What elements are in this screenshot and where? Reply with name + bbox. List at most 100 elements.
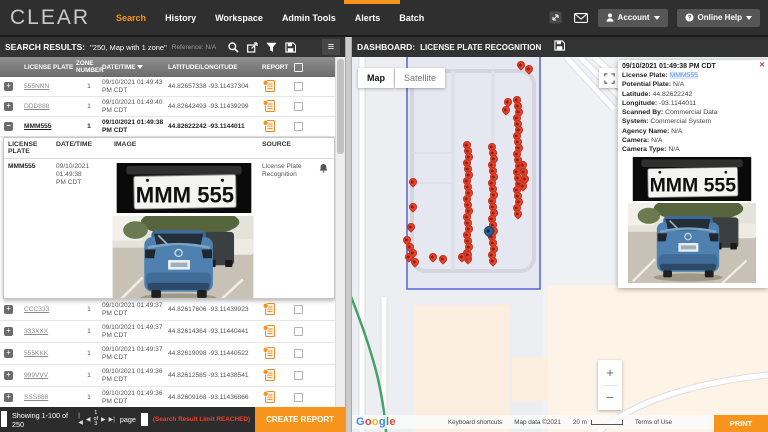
next-page-button[interactable]: ▶: [101, 416, 106, 423]
row-expander[interactable]: +: [4, 82, 13, 91]
map-button[interactable]: Map: [358, 68, 394, 88]
report-icon[interactable]: [262, 390, 276, 404]
row-checkbox[interactable]: [294, 102, 303, 111]
row-date-line1: 09/10/2021 01:49:37: [102, 302, 163, 309]
nav-item-admin-tools[interactable]: Admin Tools: [282, 13, 336, 23]
search-icon[interactable]: [228, 42, 239, 53]
row-plate-link[interactable]: SSS888: [20, 394, 76, 401]
table-row[interactable]: + SSS888 1 09/10/2021 01:49:36PM CDT 44.…: [0, 387, 345, 407]
create-report-button[interactable]: CREATE REPORT: [255, 407, 345, 432]
zoom-out-button[interactable]: −: [598, 386, 622, 411]
table-row[interactable]: + CCC333 1 09/10/2021 01:49:37PM CDT 44.…: [0, 299, 345, 321]
row-checkbox[interactable]: [294, 349, 303, 358]
table-row[interactable]: + 333XXX 1 09/10/2021 01:49:37PM CDT 44.…: [0, 321, 345, 343]
first-page-button[interactable]: |◀: [78, 413, 83, 426]
nav-item-search[interactable]: Search: [116, 13, 146, 23]
alert-bell-icon[interactable]: [319, 163, 328, 299]
select-all-checkbox[interactable]: [294, 63, 303, 72]
row-plate-link[interactable]: 999VVV: [20, 372, 76, 379]
edit-search-icon[interactable]: [247, 42, 258, 53]
plate-image[interactable]: [114, 163, 254, 213]
save-search-icon[interactable]: [285, 42, 296, 53]
row-plate-link[interactable]: 555NNN: [20, 83, 76, 90]
row-expander[interactable]: −: [4, 122, 13, 131]
print-button[interactable]: PRINT: [714, 415, 768, 432]
scrollbar-thumb[interactable]: [337, 59, 344, 154]
close-icon[interactable]: ✕: [759, 61, 765, 69]
nav-item-workspace[interactable]: Workspace: [215, 13, 263, 23]
row-date-line2: PM CDT: [102, 332, 127, 339]
terms-of-use-link[interactable]: Terms of Use: [635, 419, 672, 426]
row-plate-link[interactable]: MMM555: [20, 123, 76, 130]
row-plate-link[interactable]: 333XXX: [20, 328, 76, 335]
row-date-line1: 09/10/2021 01:49:36: [102, 368, 163, 375]
online-help-button[interactable]: ? Online Help: [677, 9, 760, 27]
table-row[interactable]: + 555NNN 1 09/10/2021 01:49:43PM CDT 44.…: [0, 77, 345, 97]
report-icon[interactable]: [262, 368, 276, 382]
row-expander[interactable]: +: [4, 305, 13, 314]
map-zoom-control: + −: [598, 360, 622, 410]
panel-menu-icon[interactable]: ≡: [322, 39, 340, 55]
map-data-label: Map data ©2021: [514, 419, 561, 426]
top-navbar: CLEAR SearchHistoryWorkspaceAdmin ToolsA…: [0, 0, 768, 35]
row-expander[interactable]: +: [4, 371, 13, 380]
save-dashboard-icon[interactable]: [554, 40, 565, 51]
report-icon[interactable]: [262, 99, 276, 113]
row-checkbox[interactable]: [294, 371, 303, 380]
info-plate-image[interactable]: [622, 157, 762, 201]
vehicle-image[interactable]: [109, 216, 257, 299]
report-icon[interactable]: [262, 79, 276, 93]
row-checkbox[interactable]: [294, 393, 303, 402]
expand-window-icon[interactable]: [548, 11, 564, 24]
row-plate-link[interactable]: 555KKK: [20, 350, 76, 357]
chevron-down-icon: [654, 16, 660, 20]
filter-icon[interactable]: [266, 42, 277, 53]
row-expander[interactable]: +: [4, 393, 13, 402]
col-zone-number[interactable]: ZONE NUMBER: [76, 60, 102, 74]
satellite-button[interactable]: Satellite: [395, 68, 445, 88]
info-field: Longitude: -93.1144011: [622, 99, 764, 108]
row-expander[interactable]: +: [4, 102, 13, 111]
detail-col-source: SOURCE: [262, 141, 330, 155]
last-page-button[interactable]: ▶|: [109, 416, 115, 423]
account-button[interactable]: Account: [598, 9, 668, 27]
panel-divider[interactable]: [345, 37, 352, 432]
info-field-value[interactable]: MMM555: [670, 72, 698, 79]
col-license-plate[interactable]: LICENSE PLATE: [20, 64, 76, 71]
col-latlong[interactable]: LATITUDE/LONGITUDE: [168, 64, 262, 71]
report-icon[interactable]: [262, 119, 276, 133]
messages-envelope-icon[interactable]: [573, 11, 589, 24]
row-checkbox[interactable]: [294, 122, 303, 131]
report-icon[interactable]: [262, 346, 276, 360]
zoom-in-button[interactable]: +: [598, 360, 622, 385]
nav-item-alerts[interactable]: Alerts: [355, 13, 381, 23]
dashboard-header: DASHBOARD: LICENSE PLATE RECOGNITION: [352, 37, 768, 57]
row-expander[interactable]: +: [4, 327, 13, 336]
report-icon[interactable]: [262, 302, 276, 316]
results-scrollbar[interactable]: [335, 57, 345, 407]
map-canvas[interactable]: Map Satellite ✕ 09/10/2021 01:49:38 PM C…: [352, 57, 768, 432]
detail-plate-value[interactable]: MMM555: [8, 163, 56, 299]
info-vehicle-image[interactable]: [622, 203, 762, 283]
nav-item-batch[interactable]: Batch: [399, 13, 424, 23]
row-plate-link[interactable]: DDD888: [20, 103, 76, 110]
table-row[interactable]: + 999VVV 1 09/10/2021 01:49:36PM CDT 44.…: [0, 365, 345, 387]
row-checkbox[interactable]: [294, 305, 303, 314]
page-input[interactable]: [141, 413, 148, 426]
keyboard-shortcuts-link[interactable]: Keyboard shortcuts: [448, 419, 502, 426]
row-checkbox[interactable]: [294, 327, 303, 336]
info-field: Camera Type: N/A: [622, 145, 764, 154]
fullscreen-button[interactable]: [599, 68, 619, 88]
col-datetime[interactable]: DATE/TIME: [102, 64, 168, 71]
table-row[interactable]: − MMM555 1 09/10/2021 01:49:38PM CDT 44.…: [0, 117, 345, 137]
nav-item-history[interactable]: History: [165, 13, 196, 23]
row-date-line1: 09/10/2021 01:49:43: [102, 79, 163, 86]
row-expander[interactable]: +: [4, 349, 13, 358]
table-row[interactable]: + DDD888 1 09/10/2021 01:49:40PM CDT 44.…: [0, 97, 345, 117]
row-checkbox[interactable]: [294, 82, 303, 91]
row-plate-link[interactable]: CCC333: [20, 306, 76, 313]
prev-page-button[interactable]: ◀: [86, 416, 91, 423]
col-report[interactable]: REPORT: [262, 64, 294, 71]
report-icon[interactable]: [262, 324, 276, 338]
table-row[interactable]: + 555KKK 1 09/10/2021 01:49:37PM CDT 44.…: [0, 343, 345, 365]
